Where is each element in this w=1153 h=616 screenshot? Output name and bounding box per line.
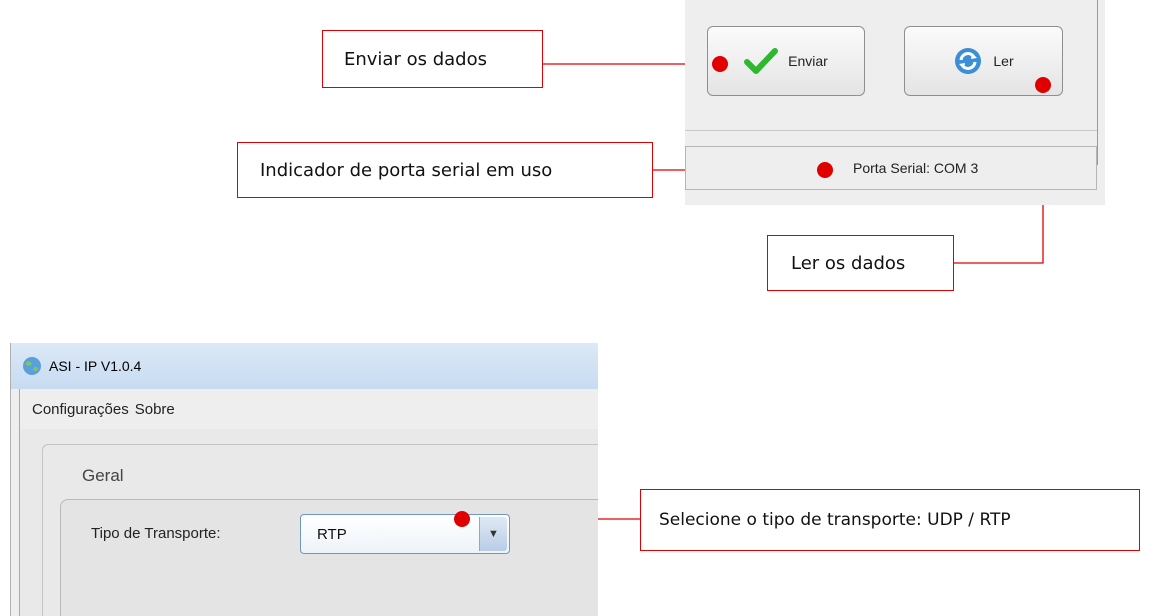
window-title: ASI - IP V1.0.4 bbox=[49, 358, 142, 374]
callout-text: Indicador de porta serial em uso bbox=[260, 159, 553, 181]
menu-configuracoes[interactable]: Configurações bbox=[32, 401, 129, 418]
title-bar: ASI - IP V1.0.4 bbox=[11, 343, 598, 389]
toolbar-crop: Enviar Ler Porta Serial: COM 3 bbox=[685, 0, 1105, 205]
marker-dot bbox=[454, 511, 470, 527]
transport-label: Tipo de Transporte: bbox=[91, 525, 221, 542]
divider bbox=[1097, 0, 1098, 165]
ler-button-label: Ler bbox=[993, 53, 1014, 69]
globe-icon bbox=[21, 355, 43, 377]
callout-text: Ler os dados bbox=[791, 252, 906, 274]
callout-ler: Ler os dados bbox=[767, 235, 954, 291]
chevron-down-icon[interactable]: ▼ bbox=[479, 517, 507, 551]
callout-tipo: Selecione o tipo de transporte: UDP / RT… bbox=[640, 489, 1140, 551]
marker-dot bbox=[817, 162, 833, 178]
callout-text: Selecione o tipo de transporte: UDP / RT… bbox=[659, 510, 1011, 530]
enviar-button[interactable]: Enviar bbox=[707, 26, 865, 96]
checkmark-icon bbox=[744, 47, 779, 75]
marker-dot bbox=[712, 56, 728, 72]
group-title: Geral bbox=[82, 466, 124, 485]
app-window: ASI - IP V1.0.4 Configurações Sobre Gera… bbox=[10, 343, 598, 616]
callout-text: Enviar os dados bbox=[344, 48, 487, 70]
marker-dot bbox=[1035, 77, 1051, 93]
refresh-icon bbox=[953, 46, 983, 76]
menu-sobre[interactable]: Sobre bbox=[135, 401, 175, 418]
callout-enviar: Enviar os dados bbox=[322, 30, 543, 88]
menu-bar: Configurações Sobre bbox=[19, 389, 598, 429]
divider bbox=[685, 130, 1097, 131]
transport-select-value: RTP bbox=[317, 525, 347, 543]
serial-port-status: Porta Serial: COM 3 bbox=[853, 160, 979, 176]
enviar-button-label: Enviar bbox=[788, 53, 828, 69]
callout-porta: Indicador de porta serial em uso bbox=[237, 142, 653, 198]
